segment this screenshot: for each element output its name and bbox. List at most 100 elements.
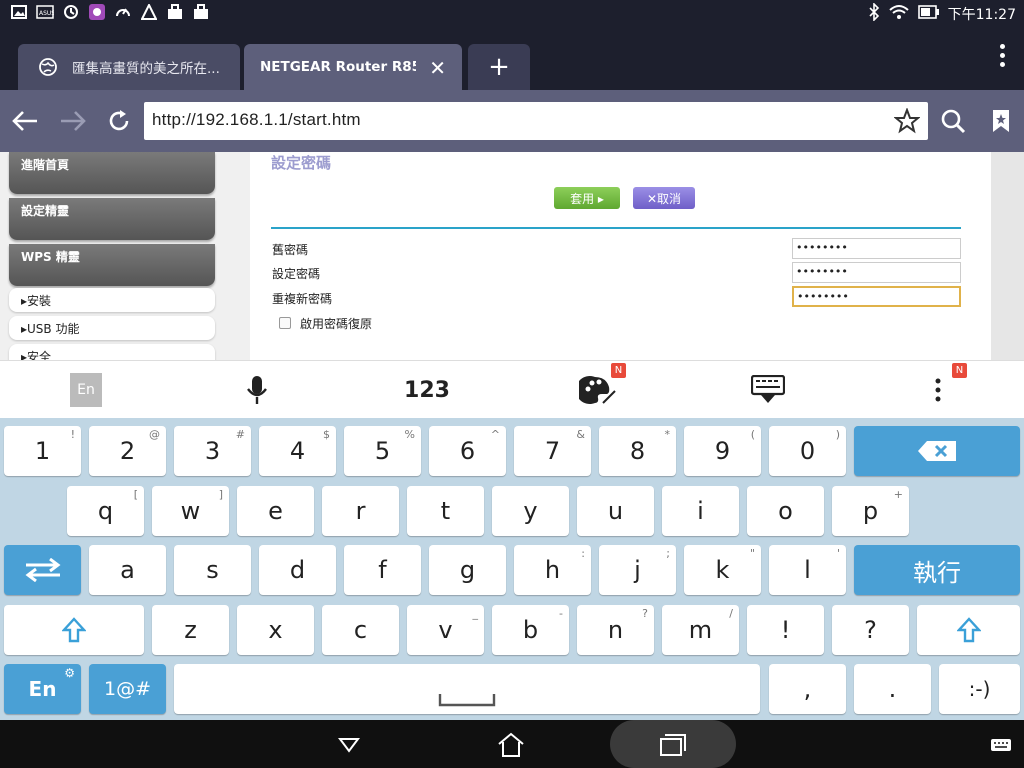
numeric-key[interactable]: 123 [402,373,452,407]
old-password-field[interactable]: •••••••• [792,238,961,259]
key-y[interactable]: y [492,486,569,536]
language-key[interactable]: En ⚙ [4,664,81,714]
key-c[interactable]: c [322,605,399,655]
key-w[interactable]: w] [152,486,229,536]
backspace-key[interactable] [854,426,1020,476]
tab-title: NETGEAR Router R85... [260,59,416,75]
speed-icon [114,3,132,21]
key-4[interactable]: 4 $ [259,426,336,476]
key-3[interactable]: 3 # [174,426,251,476]
back-button[interactable] [8,104,42,138]
overflow-menu-icon[interactable] [998,44,1006,67]
key-l[interactable]: l ' [769,545,846,595]
page-title: 設定密碼 [271,154,332,172]
key-7[interactable]: 7 & [514,426,591,476]
star-icon[interactable] [893,107,921,138]
key-g[interactable]: g [429,545,506,595]
key-1[interactable]: 1! [4,426,81,476]
key-p[interactable]: p + [832,486,909,536]
cancel-button[interactable]: ✕取消 [633,187,695,209]
key-t[interactable]: t [407,486,484,536]
backspace-icon [918,441,956,461]
key-exclamation[interactable]: ! [747,605,824,655]
key-8[interactable]: 8 * [599,426,676,476]
home-nav-button[interactable] [494,730,528,760]
recents-nav-button[interactable] [656,730,690,760]
microphone-icon[interactable] [240,373,274,407]
language-toggle[interactable]: En [70,373,102,407]
enter-key[interactable]: 執行 [854,545,1020,595]
key-f[interactable]: f [344,545,421,595]
password-recovery-checkbox[interactable] [279,317,291,329]
nav-setup-wizard[interactable]: 設定精靈 [9,198,215,240]
key-m[interactable]: m / [662,605,739,655]
recents-icon [660,734,686,756]
bookmarks-button[interactable] [984,104,1018,138]
more-options-icon[interactable] [928,373,948,407]
search-button[interactable] [936,104,970,138]
back-nav-button[interactable] [332,730,366,760]
key-x[interactable]: x [237,605,314,655]
key-question[interactable]: ? [832,605,909,655]
system-icons: 下午11:27 [868,2,1016,25]
password-recovery-label: 啟用密碼復原 [300,317,373,331]
palette-icon[interactable] [578,373,618,407]
svg-text:ASUS: ASUS [39,10,54,17]
nav-security[interactable]: ▸安全 [9,344,215,360]
shift-right-key[interactable] [917,605,1020,655]
image-icon [10,3,28,21]
search-icon [941,109,966,134]
tab-netgear[interactable]: NETGEAR Router R85... ✕ [244,44,462,90]
key-z[interactable]: z [152,605,229,655]
close-icon[interactable]: ✕ [429,56,446,80]
key-5[interactable]: 5% [344,426,421,476]
key-u[interactable]: u [577,486,654,536]
repeat-password-field[interactable]: •••••••• [792,286,961,307]
new-password-field[interactable]: •••••••• [792,262,961,283]
key-d[interactable]: d [259,545,336,595]
key-n[interactable]: n? [577,605,654,655]
forward-button[interactable] [56,104,90,138]
key-o[interactable]: o [747,486,824,536]
nav-advanced-home[interactable]: 進階首頁 [9,152,215,194]
router-sidebar: 進階首頁 設定精靈 WPS 精靈 ▸安裝 ▸USB 功能 ▸安全 [0,152,250,360]
key-6[interactable]: 6 ^ [429,426,506,476]
key-q[interactable]: q[ [67,486,144,536]
key-i[interactable]: i [662,486,739,536]
key-v[interactable]: v _ [407,605,484,655]
nav-wps-wizard[interactable]: WPS 精靈 [9,244,215,286]
key-9[interactable]: 9( [684,426,761,476]
key-b[interactable]: b- [492,605,569,655]
key-period[interactable]: . [854,664,931,714]
url-text[interactable]: http://192.168.1.1/start.htm [152,110,361,130]
keyboard-switch-icon[interactable] [984,730,1018,760]
key-s[interactable]: s [174,545,251,595]
shift-icon [956,617,981,643]
switch-layout-key[interactable] [4,545,81,595]
key-a[interactable]: a [89,545,166,595]
key-e[interactable]: e [237,486,314,536]
hide-keyboard-icon[interactable] [750,373,786,407]
nav-setup[interactable]: ▸安裝 [9,288,215,312]
smiley-key[interactable]: :-) [939,664,1020,714]
repeat-password-label: 重複新密碼 [272,292,333,306]
battery-icon [917,4,940,24]
key-h[interactable]: h: [514,545,591,595]
new-badge: N [611,363,626,378]
nav-usb[interactable]: ▸USB 功能 [9,316,215,340]
space-key[interactable] [174,664,760,714]
asus-icon: ASUS [36,3,54,21]
reload-button[interactable] [102,104,136,138]
shift-left-key[interactable] [4,605,144,655]
key-0[interactable]: 0) [769,426,846,476]
key-2[interactable]: 2 @ [89,426,166,476]
symbols-key[interactable]: 1@# [89,664,166,714]
new-tab-button[interactable]: + [468,44,530,90]
tab-gallery[interactable]: 匯集高畫質的美之所在... [18,44,240,90]
key-j[interactable]: j; [599,545,676,595]
key-k[interactable]: k " [684,545,761,595]
apply-button[interactable]: 套用 ▸ [554,187,620,209]
url-bar[interactable]: http://192.168.1.1/start.htm [144,102,928,140]
key-r[interactable]: r [322,486,399,536]
key-comma[interactable]: , [769,664,846,714]
